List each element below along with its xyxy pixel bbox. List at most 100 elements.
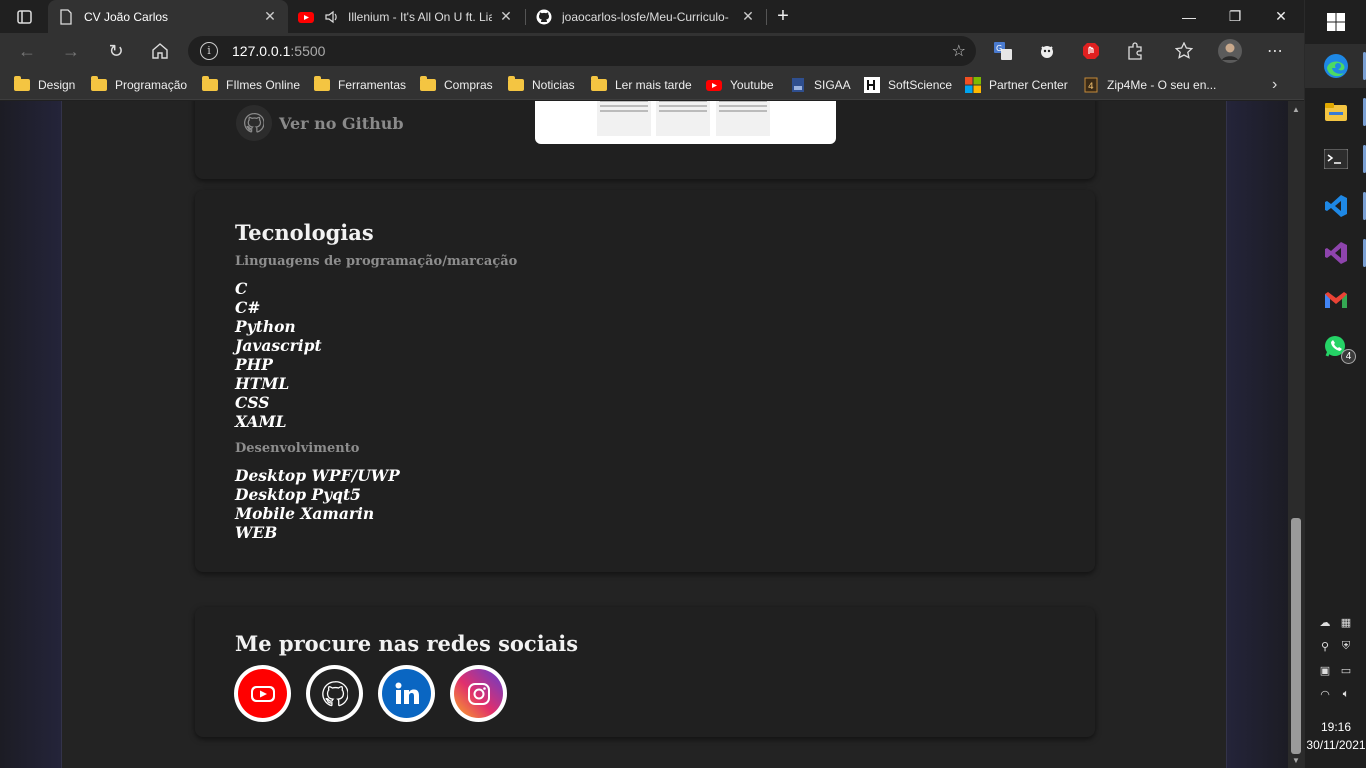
- github-project-link[interactable]: Ver no Github: [236, 105, 404, 141]
- taskbar-edge[interactable]: [1305, 44, 1366, 88]
- address-bar[interactable]: i 127.0.0.1:5500 ☆: [188, 36, 976, 66]
- wifi-icon[interactable]: ◠: [1317, 686, 1333, 702]
- taskbar-whatsapp[interactable]: 4: [1305, 325, 1366, 369]
- sigaa-icon: [792, 78, 804, 92]
- minimize-button[interactable]: —: [1166, 0, 1212, 33]
- more-bookmarks-button[interactable]: ›: [1272, 75, 1277, 95]
- folder-icon: [314, 76, 330, 91]
- tab-github[interactable]: joaocarlos-losfe/Meu-Curriculo- ✕: [526, 0, 766, 33]
- new-tab-button[interactable]: +: [768, 0, 798, 33]
- app-tray-icon[interactable]: ▦: [1338, 614, 1354, 630]
- bookmark-label: SIGAA: [814, 78, 851, 92]
- scroll-down-icon[interactable]: ▼: [1292, 756, 1300, 765]
- tech-item: C: [235, 279, 248, 298]
- tab-youtube[interactable]: Illenium - It's All On U ft. Lia ✕: [288, 0, 524, 33]
- chevron-right-icon: ›: [1272, 76, 1278, 93]
- bookmark-filmes-online[interactable]: FIlmes Online: [202, 75, 300, 95]
- translate-extension-icon[interactable]: G: [991, 39, 1015, 63]
- refresh-button[interactable]: ↻: [101, 37, 131, 65]
- dev-item: Desktop WPF/UWP: [235, 466, 400, 485]
- start-button[interactable]: [1305, 0, 1366, 44]
- visual-studio-icon: [1325, 242, 1347, 264]
- taskbar-file-explorer[interactable]: [1305, 90, 1366, 134]
- bookmark-label: Ler mais tarde: [615, 78, 692, 92]
- folder-icon: [420, 76, 436, 91]
- extensions-icon[interactable]: [1123, 39, 1147, 63]
- instagram-social-link[interactable]: [450, 665, 507, 722]
- bookmark-ler-mais-tarde[interactable]: Ler mais tarde: [591, 75, 692, 95]
- linkedin-icon: [382, 669, 431, 718]
- home-button[interactable]: [145, 37, 175, 65]
- social-title: Me procure nas redes sociais: [235, 631, 579, 656]
- taskbar-gmail[interactable]: [1305, 278, 1366, 322]
- arrow-right-icon: →: [62, 40, 80, 61]
- close-tab-icon[interactable]: ✕: [498, 8, 514, 25]
- security-tray-icon[interactable]: ⛨: [1338, 638, 1354, 654]
- youtube-icon: [706, 80, 722, 91]
- bookmark-label: Noticias: [532, 78, 575, 92]
- speaker-icon[interactable]: [324, 9, 340, 25]
- bookmark-label: Compras: [444, 78, 493, 92]
- clock-date[interactable]: 30/11/2021: [1305, 738, 1366, 752]
- dev-item: Desktop Pyqt5: [235, 485, 361, 504]
- toolbar: ← → ↻ i 127.0.0.1:5500 ☆ G ⋯: [0, 33, 1304, 69]
- taskbar-visual-studio[interactable]: [1305, 231, 1366, 275]
- display-tray-icon[interactable]: ▣: [1317, 662, 1333, 678]
- close-tab-icon[interactable]: ✕: [740, 8, 756, 25]
- youtube-social-link[interactable]: [234, 665, 291, 722]
- page-container: Ver no Github Tecnologias Linguagens de …: [61, 101, 1227, 768]
- bookmark-softscience[interactable]: SoftScience: [864, 75, 952, 95]
- taskbar-vscode[interactable]: [1305, 184, 1366, 228]
- page-scrollbar[interactable]: ▲ ▼: [1288, 101, 1304, 768]
- folder-icon: [14, 76, 30, 91]
- technologies-card: Tecnologias Linguagens de programação/ma…: [195, 190, 1095, 572]
- scrollbar-thumb[interactable]: [1291, 518, 1301, 754]
- linkedin-social-link[interactable]: [378, 665, 435, 722]
- cloud-tray-icon[interactable]: ☁: [1317, 614, 1333, 630]
- vscode-icon: [1325, 195, 1347, 217]
- forward-button[interactable]: →: [56, 37, 86, 65]
- volume-icon[interactable]: 🔈︎: [1338, 686, 1354, 702]
- tab-cv[interactable]: CV João Carlos ✕: [48, 0, 288, 33]
- bookmark-programacao[interactable]: Programação: [91, 75, 187, 95]
- tech-item: CSS: [235, 393, 270, 412]
- technologies-title: Tecnologias: [235, 220, 374, 245]
- settings-more-icon[interactable]: ⋯: [1263, 39, 1287, 63]
- bookmark-youtube[interactable]: Youtube: [706, 75, 774, 95]
- bookmark-zip4me[interactable]: 4 Zip4Me - O seu en...: [1083, 75, 1216, 95]
- url-text[interactable]: 127.0.0.1:5500: [232, 43, 325, 59]
- svg-text:G: G: [996, 44, 1002, 53]
- adblock-extension-icon[interactable]: [1079, 39, 1103, 63]
- battery-icon[interactable]: ▭: [1338, 662, 1354, 678]
- clock-time[interactable]: 19:16: [1305, 720, 1366, 734]
- taskbar-terminal[interactable]: [1305, 137, 1366, 181]
- bookmark-sigaa[interactable]: SIGAA: [790, 75, 851, 95]
- bookmark-partner-center[interactable]: Partner Center: [965, 75, 1068, 95]
- github-social-link[interactable]: [306, 665, 363, 722]
- close-window-button[interactable]: ✕: [1258, 0, 1304, 33]
- add-favorite-icon[interactable]: ☆: [952, 41, 966, 61]
- dev-item: WEB: [235, 523, 278, 542]
- web-content: Ver no Github Tecnologias Linguagens de …: [0, 101, 1288, 768]
- tab-title: CV João Carlos: [84, 9, 169, 24]
- scroll-up-icon[interactable]: ▲: [1292, 105, 1300, 114]
- bookmark-design[interactable]: Design: [14, 75, 75, 95]
- terminal-icon: [1324, 149, 1348, 169]
- tab-actions-button[interactable]: [8, 5, 40, 29]
- bookmark-compras[interactable]: Compras: [420, 75, 493, 95]
- favorites-icon[interactable]: [1172, 39, 1196, 63]
- close-tab-icon[interactable]: ✕: [262, 8, 278, 25]
- network-tray-icon[interactable]: ⚲: [1317, 638, 1333, 654]
- bookmark-ferramentas[interactable]: Ferramentas: [314, 75, 406, 95]
- bookmark-label: Design: [38, 78, 76, 92]
- gimp-extension-icon[interactable]: [1035, 39, 1059, 63]
- back-button[interactable]: ←: [12, 37, 42, 65]
- tech-item: HTML: [235, 374, 290, 393]
- folder-icon: [91, 76, 107, 91]
- profile-avatar[interactable]: [1218, 39, 1242, 63]
- bookmark-noticias[interactable]: Noticias: [508, 75, 575, 95]
- preview-column: [716, 101, 770, 136]
- site-info-icon[interactable]: i: [200, 42, 218, 60]
- bookmark-label: Partner Center: [989, 78, 1068, 92]
- restore-button[interactable]: ❐: [1212, 0, 1258, 33]
